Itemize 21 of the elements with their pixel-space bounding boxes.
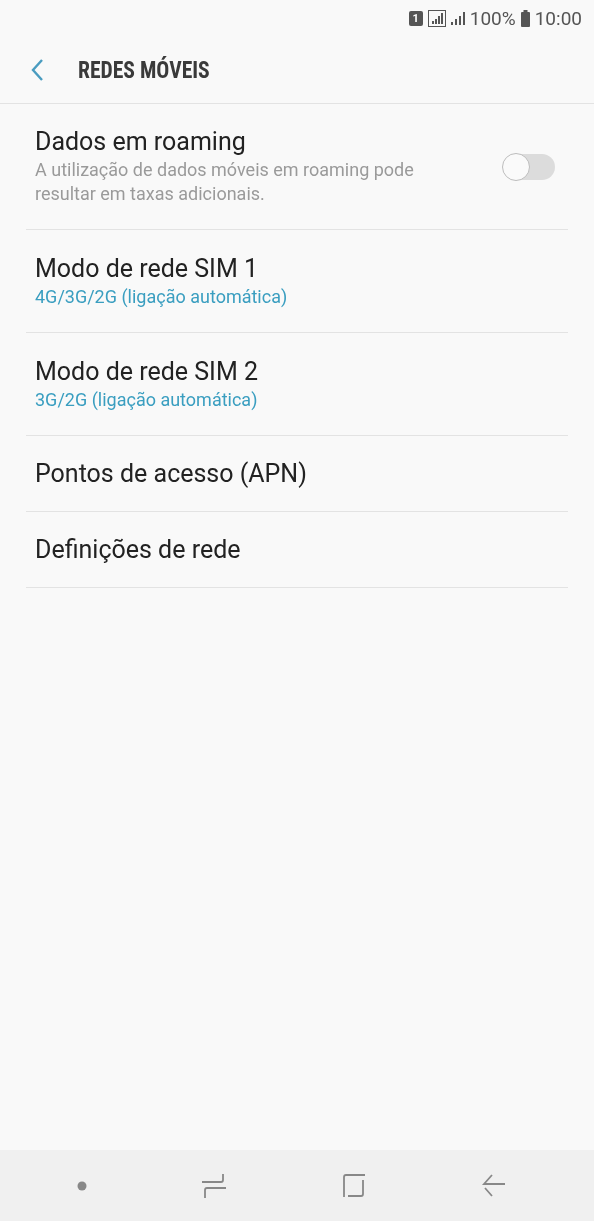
item-value: 3G/2G (ligação automática)	[35, 387, 259, 412]
battery-percent: 100%	[469, 6, 516, 30]
sim-badge: 1	[408, 10, 423, 26]
clock: 10:00	[534, 6, 582, 30]
item-title: Definições de rede	[35, 535, 242, 564]
battery-icon	[520, 9, 530, 27]
toggle-switch[interactable]	[503, 153, 555, 180]
screen-title: REDES MÓVEIS	[78, 55, 210, 84]
item-title: Pontos de acesso (APN)	[35, 459, 308, 488]
item-title: Dados em roaming	[35, 127, 247, 156]
settings-item[interactable]: Definições de rede	[26, 512, 568, 588]
signal-icon	[450, 11, 465, 25]
item-description: A utilização de dados móveis em roaming pode resultar em taxas adicionais.	[35, 158, 415, 206]
item-value: 4G/3G/2G (ligação automática)	[35, 284, 289, 309]
item-title: Modo de rede SIM 2	[35, 356, 259, 386]
item-title: Modo de rede SIM 1	[35, 253, 259, 283]
settings-item[interactable]: Modo de rede SIM 2 3G/2G (ligação automática)	[26, 333, 568, 436]
signal-icon	[427, 9, 446, 27]
settings-item[interactable]: Pontos de acesso (APN)	[26, 436, 568, 512]
settings-item[interactable]: Modo de rede SIM 1 4G/3G/2G (ligação automática)	[26, 230, 568, 333]
settings-item[interactable]: Dados em roaming A utilização de dados móveis em roaming pode resultar em taxas adicionais.	[26, 104, 568, 230]
